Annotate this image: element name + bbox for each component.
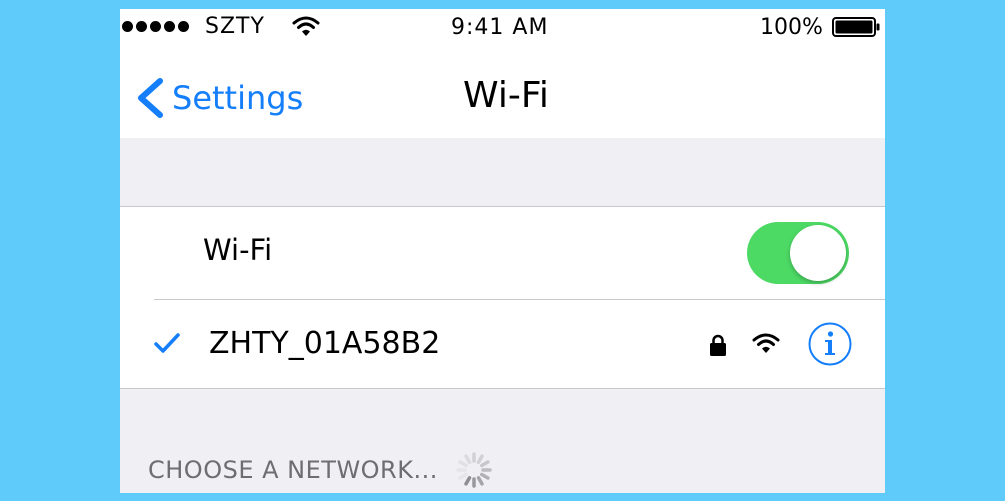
lock-icon	[710, 334, 726, 356]
phone-screen: SZTY 9:41 AM 100% Settings Wi-Fi Wi-Fi Z…	[120, 9, 885, 493]
checkmark-icon	[154, 333, 180, 353]
network-row-connected[interactable]: ZHTY_01A58B2	[120, 300, 885, 388]
navigation-bar: Settings Wi-Fi	[120, 47, 885, 138]
info-icon[interactable]	[808, 322, 852, 366]
network-name: ZHTY_01A58B2	[209, 326, 441, 361]
status-bar: SZTY 9:41 AM 100%	[120, 9, 885, 47]
wifi-toggle-switch[interactable]	[747, 222, 849, 284]
wifi-signal-icon	[752, 333, 780, 353]
wifi-settings-group: Wi-Fi ZHTY_01A58B2	[120, 206, 885, 389]
choose-network-label: CHOOSE A NETWORK...	[148, 456, 438, 484]
battery-icon	[832, 17, 880, 37]
carrier-name: SZTY	[205, 14, 265, 39]
choose-network-header: CHOOSE A NETWORK...	[148, 450, 494, 490]
status-wifi-icon	[292, 16, 320, 36]
wifi-toggle-row: Wi-Fi	[120, 207, 885, 299]
battery-percentage: 100%	[760, 15, 823, 40]
loading-spinner-icon	[456, 452, 492, 488]
cellular-signal-icon	[122, 21, 189, 32]
toggle-knob	[790, 225, 846, 281]
wifi-toggle-label: Wi-Fi	[203, 233, 273, 267]
page-title: Wi-Fi	[463, 75, 549, 116]
clock: 9:41 AM	[451, 15, 549, 40]
